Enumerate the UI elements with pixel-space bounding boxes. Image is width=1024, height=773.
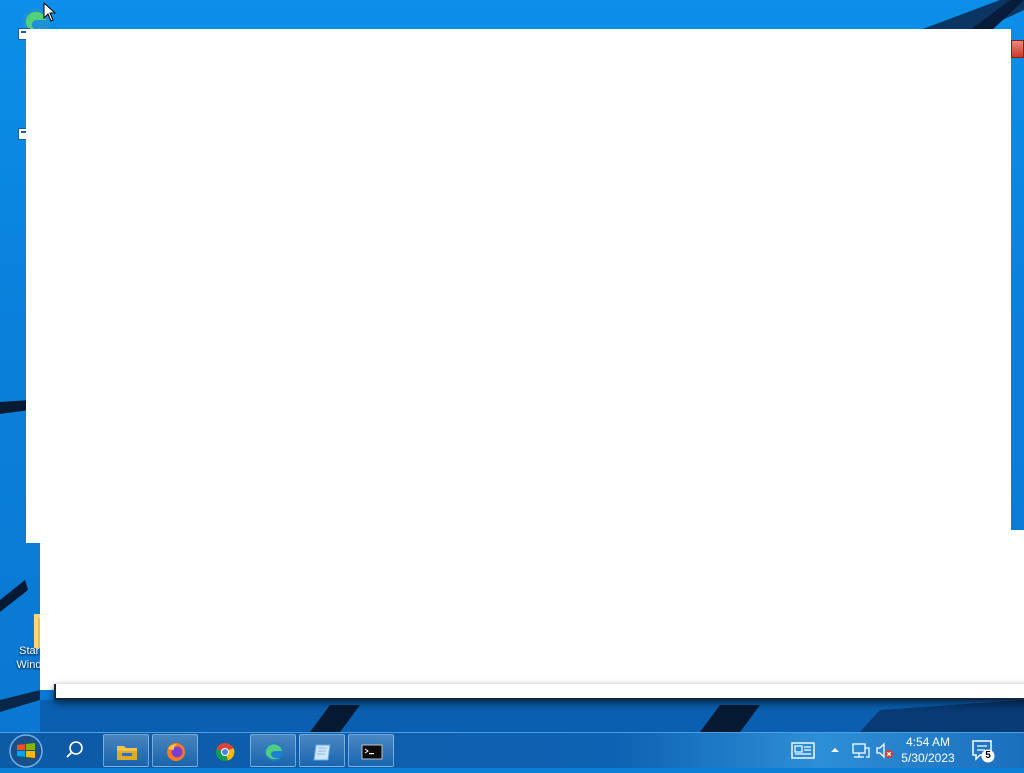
windows-logo-icon xyxy=(9,734,43,768)
news-icon[interactable] xyxy=(791,741,817,761)
network-icon[interactable] xyxy=(851,742,871,760)
clock[interactable]: 4:54 AM 5/30/2023 xyxy=(892,734,964,768)
taskbar: 4:54 AM 5/30/2023 5 xyxy=(0,732,1024,768)
notification-count-badge: 5 xyxy=(985,750,991,761)
taskbar-notepad[interactable] xyxy=(299,734,345,767)
folder-icon xyxy=(117,746,137,760)
clock-date: 5/30/2023 xyxy=(901,751,955,765)
taskbar-chrome[interactable] xyxy=(201,734,247,767)
terminal-icon xyxy=(361,744,383,760)
search-icon xyxy=(66,741,83,758)
clock-time: 4:54 AM xyxy=(905,735,951,749)
mouse-cursor-icon xyxy=(43,2,57,22)
close-button[interactable] xyxy=(1011,40,1024,58)
search-button[interactable] xyxy=(58,736,90,766)
chrome-icon xyxy=(215,743,235,762)
background-window-frame xyxy=(54,684,1024,700)
firefox-icon xyxy=(167,743,185,761)
edge-icon xyxy=(265,743,283,761)
chevron-up-icon[interactable] xyxy=(830,745,840,755)
notifications-button[interactable]: 5 xyxy=(968,738,998,764)
taskbar-command-prompt[interactable] xyxy=(348,734,394,767)
taskbar-edge[interactable] xyxy=(250,734,296,767)
foreground-window[interactable] xyxy=(26,29,1011,543)
start-button[interactable] xyxy=(6,734,46,768)
taskbar-firefox[interactable] xyxy=(152,734,198,767)
taskbar-file-explorer[interactable] xyxy=(103,734,149,767)
notepad-icon xyxy=(313,744,331,761)
background-window[interactable] xyxy=(40,530,1024,690)
